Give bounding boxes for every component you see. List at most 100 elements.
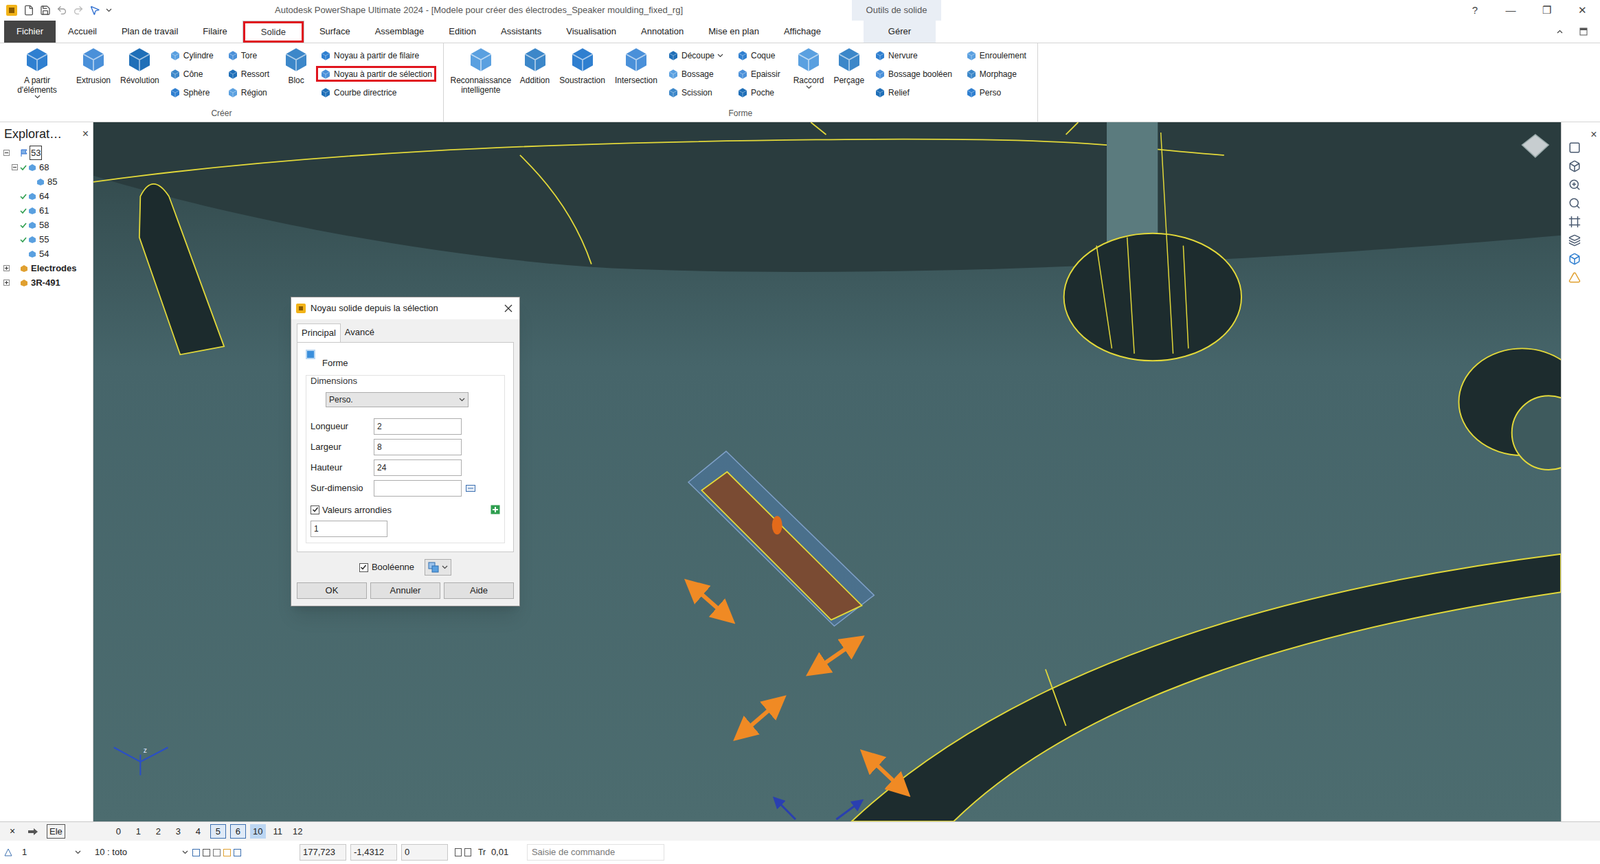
ribbon-tab[interactable]: Visualisation — [553, 20, 629, 43]
ribbon-button[interactable]: A partir d'éléments — [4, 46, 71, 99]
ribbon-small-button[interactable]: Ressort — [223, 65, 274, 82]
shape-icon[interactable] — [305, 349, 316, 360]
zoom-icon[interactable] — [1568, 197, 1581, 210]
rounding-input[interactable]: 1 — [310, 520, 388, 538]
ribbon-small-button[interactable]: Perso — [961, 84, 1031, 101]
dialog-tab[interactable]: Principal — [296, 323, 341, 343]
ribbon-button[interactable]: Révolution — [116, 46, 163, 86]
visible-check-icon[interactable] — [19, 221, 27, 229]
status-tool-icon[interactable] — [212, 849, 221, 857]
ribbon-tab[interactable]: Surface — [307, 20, 363, 43]
ribbon-tab[interactable]: Accueil — [55, 20, 110, 43]
drag-arrow-icon[interactable] — [742, 703, 778, 734]
expand-icon[interactable] — [3, 279, 10, 286]
tree-item[interactable]: Electrodes — [2, 261, 93, 276]
layer-button[interactable]: Ele — [46, 824, 66, 840]
ribbon-button[interactable]: Reconnaissance intelligente — [447, 46, 514, 95]
close-button[interactable]: × — [1590, 126, 1597, 822]
coordinate-field[interactable]: 177,723 — [299, 844, 347, 861]
ribbon-tab[interactable]: Filaire — [190, 20, 240, 43]
window-control[interactable]: ❐ — [1528, 0, 1565, 21]
status-tool-icon[interactable] — [202, 849, 211, 857]
ribbon-tab[interactable]: Annotation — [628, 20, 696, 43]
ribbon-small-button[interactable]: Bossage — [663, 65, 728, 82]
ribbon-small-button[interactable]: Cône — [165, 65, 218, 82]
select-icon[interactable] — [89, 4, 101, 16]
workplane-select[interactable]: 10 : toto — [85, 845, 189, 860]
ribbon-button[interactable]: Raccord — [790, 46, 828, 90]
ribbon-small-button[interactable]: Relief — [870, 84, 957, 101]
tree-item[interactable]: 54 — [2, 246, 93, 262]
ribbon-small-button[interactable]: Région — [223, 84, 274, 101]
ribbon-small-button[interactable]: Noyau à partir de filaire — [316, 47, 437, 64]
coordinate-field[interactable]: -1,4312 — [350, 844, 398, 861]
ribbon-small-button[interactable]: Cylindre — [165, 47, 218, 64]
level-button[interactable]: 4 — [190, 824, 207, 840]
level-button[interactable]: 6 — [230, 824, 246, 840]
ribbon-button[interactable]: Extrusion — [72, 46, 115, 86]
ribbon-tab[interactable]: Fichier — [4, 20, 56, 43]
tree-item[interactable]: 3R-491 — [2, 275, 93, 290]
drag-arrow-icon[interactable] — [693, 587, 727, 617]
tree-item[interactable]: 61 — [2, 203, 93, 218]
drag-arrow-icon[interactable] — [869, 757, 903, 789]
preset-select[interactable]: Perso. — [325, 392, 469, 408]
view-front-icon[interactable] — [1568, 141, 1581, 154]
level-button[interactable]: 10 — [250, 824, 266, 840]
status-tool-icon[interactable] — [223, 849, 231, 857]
status-tool-icon[interactable] — [192, 849, 200, 857]
save-icon[interactable] — [39, 4, 51, 16]
ribbon-tab[interactable]: Assemblage — [362, 20, 437, 43]
ribbon-small-button[interactable]: Noyau à partir de sélection — [316, 65, 437, 82]
ribbon-tab[interactable]: Gérer — [863, 20, 936, 43]
ribbon-button[interactable]: Soustraction — [555, 46, 609, 86]
undo-icon[interactable] — [56, 4, 68, 16]
level-button[interactable]: 11 — [269, 824, 286, 840]
command-input[interactable]: Saisie de commande — [526, 844, 665, 861]
render-icon[interactable] — [1568, 271, 1581, 284]
ribbon-small-button[interactable]: Scission — [663, 84, 728, 101]
dimension-input[interactable]: 8 — [373, 438, 462, 456]
redo-icon[interactable] — [72, 4, 84, 16]
tree-item[interactable]: 58 — [2, 217, 93, 233]
dialog-button[interactable]: OK — [296, 582, 367, 600]
visible-check-icon[interactable] — [19, 164, 27, 172]
dimension-input[interactable]: 2 — [373, 418, 462, 435]
selection-box[interactable] — [688, 451, 874, 627]
ribbon-tab[interactable]: Plan de travail — [109, 20, 191, 43]
expand-icon[interactable] — [3, 265, 10, 272]
tree-item[interactable]: 68 — [2, 160, 93, 175]
close-button[interactable]: × — [9, 824, 20, 839]
level-button[interactable]: 2 — [150, 824, 167, 840]
drag-arrow-icon[interactable] — [816, 643, 855, 670]
status-tool-icon[interactable] — [454, 848, 462, 857]
close-icon[interactable] — [504, 304, 513, 313]
level-select[interactable]: 1 — [4, 845, 82, 860]
tolerance-field[interactable]: 0,01 — [489, 844, 523, 861]
ribbon-button[interactable]: Perçage — [829, 46, 868, 86]
add-icon[interactable] — [490, 504, 501, 515]
ribbon-small-button[interactable]: Epaissir — [733, 65, 785, 82]
pin-icon[interactable] — [1579, 27, 1588, 36]
checkbox[interactable] — [310, 505, 320, 515]
close-button[interactable]: × — [82, 125, 89, 143]
oversize-input[interactable] — [373, 480, 462, 497]
tree-item[interactable]: 85 — [2, 174, 93, 189]
dialog-tab[interactable]: Avancé — [340, 323, 379, 343]
collapse-icon[interactable] — [11, 164, 18, 171]
ribbon-tab[interactable]: Solide — [242, 20, 305, 43]
ribbon-small-button[interactable]: Coque — [733, 47, 785, 64]
visible-check-icon[interactable] — [19, 207, 27, 215]
tree-item[interactable]: 53 — [2, 145, 93, 161]
window-control[interactable]: ✕ — [1564, 0, 1600, 21]
ribbon-small-button[interactable]: Sphère — [165, 84, 218, 101]
level-button[interactable]: 5 — [210, 824, 227, 840]
tree-item[interactable]: 64 — [2, 188, 93, 204]
ribbon-tab[interactable]: Mise en plan — [695, 20, 772, 43]
dialog-button[interactable]: Annuler — [370, 582, 441, 600]
fit-icon[interactable] — [1568, 215, 1581, 229]
layers-icon[interactable] — [1568, 234, 1581, 247]
selected-face[interactable] — [701, 471, 862, 621]
handle-icon[interactable] — [772, 515, 783, 535]
level-button[interactable]: 3 — [170, 824, 187, 840]
